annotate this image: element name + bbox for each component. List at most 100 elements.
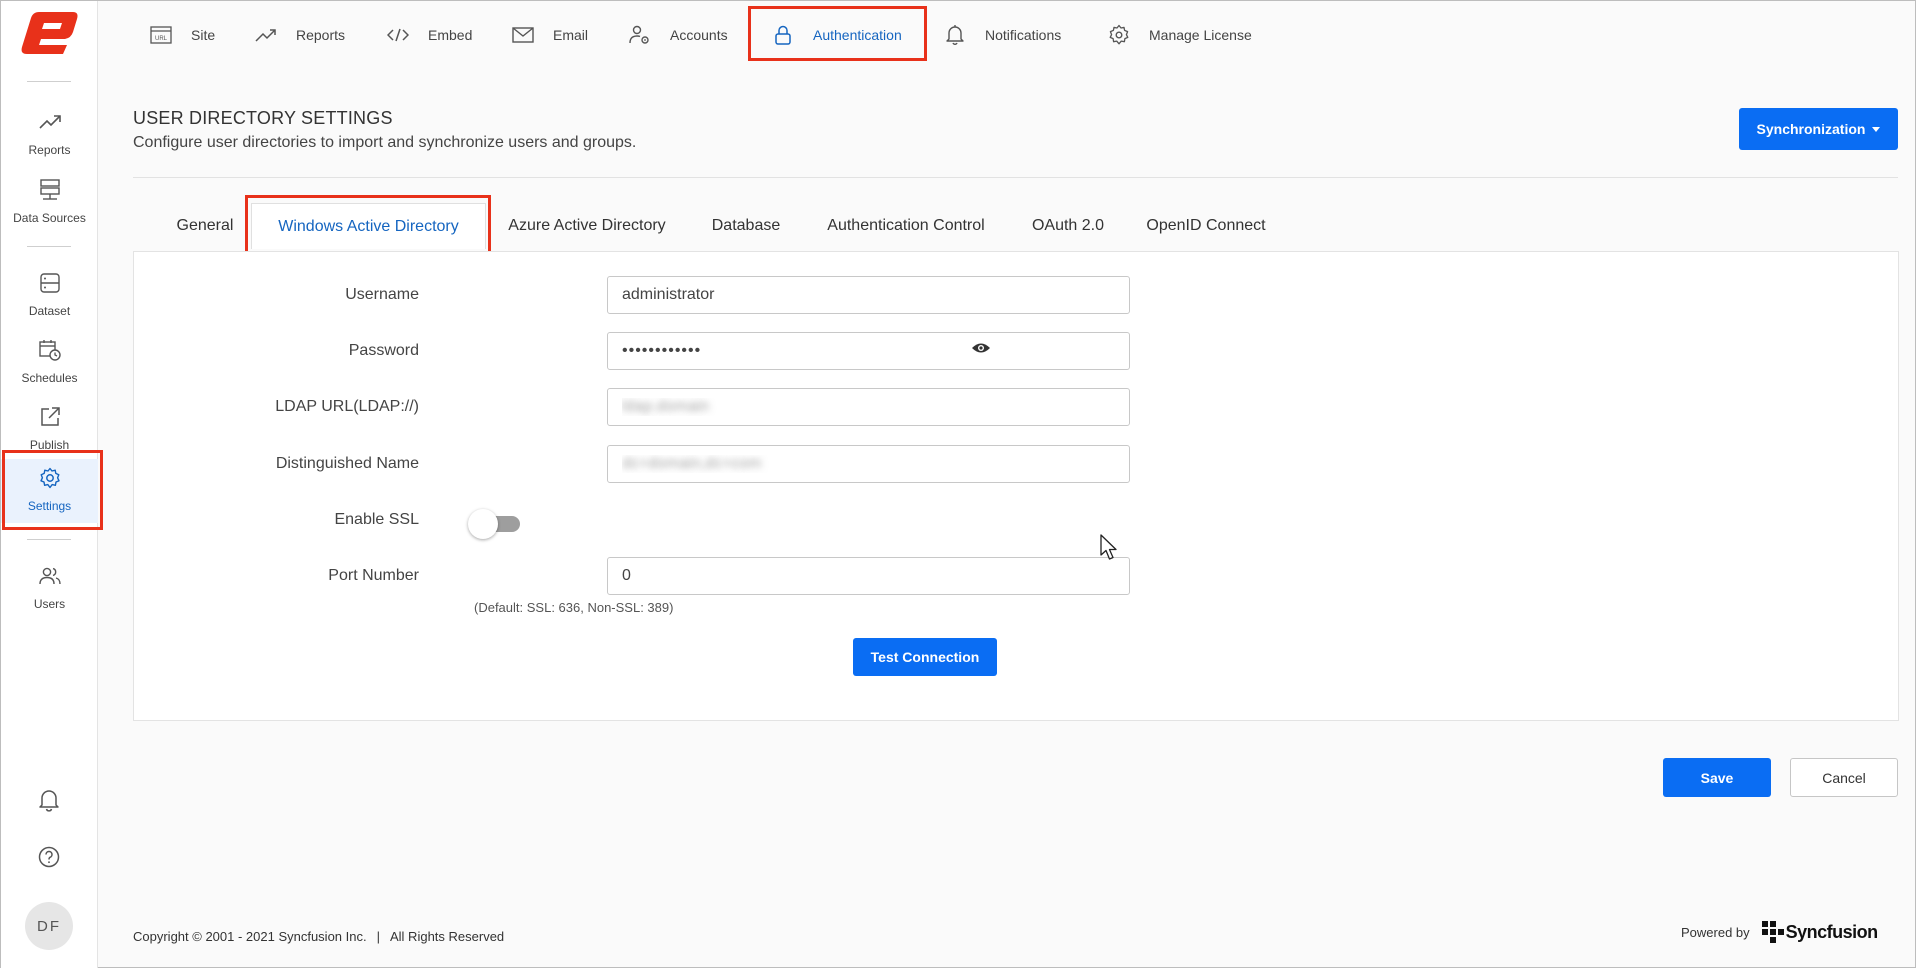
- svg-text:URL: URL: [155, 36, 168, 42]
- username-label: Username: [345, 286, 419, 303]
- avatar[interactable]: DF: [25, 902, 73, 950]
- tab-authentication-control[interactable]: Authentication Control: [814, 203, 998, 249]
- sidebar-item-label: Publish: [29, 438, 70, 452]
- ldap-url-label: LDAP URL(LDAP://): [275, 398, 419, 415]
- topnav-item-label: Embed: [428, 27, 473, 43]
- tab-azure-active-directory[interactable]: Azure Active Directory: [497, 203, 677, 249]
- app-logo-icon[interactable]: [19, 10, 79, 56]
- toggle-knob: [468, 509, 498, 539]
- footer-copyright: Copyright © 2001 - 2021 Syncfusion Inc. |…: [133, 929, 504, 944]
- tab-label: Database: [711, 217, 781, 234]
- sidebar-item-label: Users: [33, 597, 66, 611]
- port-number-hint: (Default: SSL: 636, Non-SSL: 389): [474, 600, 674, 615]
- lock-icon: [771, 23, 795, 47]
- gear-icon: [37, 465, 63, 491]
- topnav-item-reports[interactable]: Reports: [254, 19, 345, 51]
- syncfusion-mark-icon: [1761, 921, 1784, 943]
- powered-by-text: Powered by: [1681, 924, 1750, 940]
- sidebar-item-label: Dataset: [28, 304, 71, 318]
- page-title: USER DIRECTORY SETTINGS: [133, 108, 393, 128]
- calendar-clock-icon: [37, 337, 63, 363]
- distinguished-name-input[interactable]: [607, 445, 1130, 483]
- users-icon: [37, 563, 63, 589]
- ldap-url-input[interactable]: [607, 388, 1130, 426]
- gear-badge-icon: [1107, 23, 1131, 47]
- tab-label: General: [176, 217, 234, 234]
- synchronization-dropdown-button[interactable]: Synchronization: [1739, 108, 1898, 150]
- topnav-item-authentication[interactable]: Authentication: [771, 19, 902, 51]
- sidebar-item-users[interactable]: Users: [1, 557, 98, 621]
- username-input[interactable]: [607, 276, 1130, 314]
- sidebar-item-reports[interactable]: Reports: [1, 103, 98, 167]
- topnav-item-label: Reports: [296, 27, 346, 43]
- enable-ssl-toggle[interactable]: [468, 507, 524, 539]
- copyright-text: Copyright © 2001 - 2021 Syncfusion Inc.: [133, 929, 367, 944]
- password-input[interactable]: [607, 332, 1130, 370]
- port-number-input[interactable]: [607, 557, 1130, 595]
- tab-general[interactable]: General: [168, 203, 242, 249]
- app-window: Reports Data Sources Dataset Schedules P…: [0, 0, 1916, 968]
- tab-label: OpenID Connect: [1146, 217, 1266, 234]
- topnav-item-embed[interactable]: Embed: [386, 19, 472, 51]
- topnav-item-label: Site: [191, 27, 216, 43]
- page-subtitle: Configure user directories to import and…: [133, 134, 637, 151]
- tab-openid-connect[interactable]: OpenID Connect: [1138, 203, 1274, 249]
- topnav-item-label: Email: [553, 27, 589, 43]
- sidebar-item-label: Settings: [27, 499, 72, 513]
- server-icon: [37, 177, 63, 203]
- cancel-button[interactable]: Cancel: [1790, 758, 1898, 797]
- sidebar-item-publish[interactable]: Publish: [1, 398, 98, 462]
- distinguished-name-label: Distinguished Name: [275, 455, 419, 472]
- topnav-item-label: Authentication: [813, 27, 902, 43]
- tab-windows-active-directory[interactable]: Windows Active Directory: [251, 203, 486, 249]
- trend-icon: [254, 23, 278, 47]
- publish-icon: [37, 404, 63, 430]
- sidebar-item-label: Reports: [28, 143, 71, 157]
- sidebar-item-dataset[interactable]: Dataset: [1, 264, 98, 328]
- tab-label: OAuth 2.0: [1031, 217, 1105, 234]
- save-button[interactable]: Save: [1663, 758, 1771, 797]
- syncfusion-logo[interactable]: Syncfusion: [1761, 921, 1878, 943]
- tab-label: Azure Active Directory: [508, 217, 666, 234]
- sidebar-item-label: Data Sources: [13, 211, 86, 225]
- bell-icon[interactable]: [35, 786, 63, 814]
- header-divider: [133, 177, 1898, 178]
- bell-icon: [943, 23, 967, 47]
- topnav-item-manage-license[interactable]: Manage License: [1107, 19, 1252, 51]
- footer-powered-by: Powered by Syncfusion: [1681, 921, 1878, 943]
- eye-icon[interactable]: [971, 341, 991, 355]
- tab-oauth[interactable]: OAuth 2.0: [1021, 203, 1115, 249]
- test-connection-button[interactable]: Test Connection: [853, 638, 997, 676]
- sidebar-item-schedules[interactable]: Schedules: [1, 331, 98, 395]
- topnav-item-email[interactable]: Email: [511, 19, 588, 51]
- tab-label: Authentication Control: [827, 217, 985, 234]
- directory-settings-panel: Username Password LDAP URL(LDAP://) Dist…: [133, 251, 1899, 721]
- sidebar-divider: [27, 246, 71, 247]
- password-label: Password: [348, 342, 419, 359]
- mail-icon: [511, 23, 535, 47]
- sidebar-item-data-sources[interactable]: Data Sources: [1, 171, 98, 235]
- port-number-label: Port Number: [328, 567, 419, 584]
- url-icon: URL: [149, 23, 173, 47]
- sidebar-divider: [27, 539, 71, 540]
- user-gear-icon: [628, 23, 652, 47]
- topnav-item-notifications[interactable]: Notifications: [943, 19, 1061, 51]
- footer-separator: |: [376, 929, 380, 944]
- sidebar-item-settings[interactable]: Settings: [1, 459, 98, 523]
- topnav-item-accounts[interactable]: Accounts: [628, 19, 728, 51]
- help-icon[interactable]: [35, 843, 63, 871]
- tab-database[interactable]: Database: [701, 203, 791, 249]
- caret-down-icon: [1872, 126, 1881, 132]
- tab-label: Windows Active Directory: [278, 217, 459, 235]
- topnav-item-label: Accounts: [670, 27, 728, 43]
- code-icon: [386, 23, 410, 47]
- synchronization-label: Synchronization: [1756, 121, 1866, 137]
- topnav-item-label: Notifications: [985, 27, 1062, 43]
- topnav-item-label: Manage License: [1149, 27, 1252, 43]
- enable-ssl-label: Enable SSL: [334, 511, 419, 528]
- topnav-item-site[interactable]: URL Site: [149, 19, 215, 51]
- sidebar-item-label: Schedules: [21, 371, 78, 385]
- dataset-icon: [37, 270, 63, 296]
- trend-icon: [37, 109, 63, 135]
- sidebar: Reports Data Sources Dataset Schedules P…: [1, 1, 98, 968]
